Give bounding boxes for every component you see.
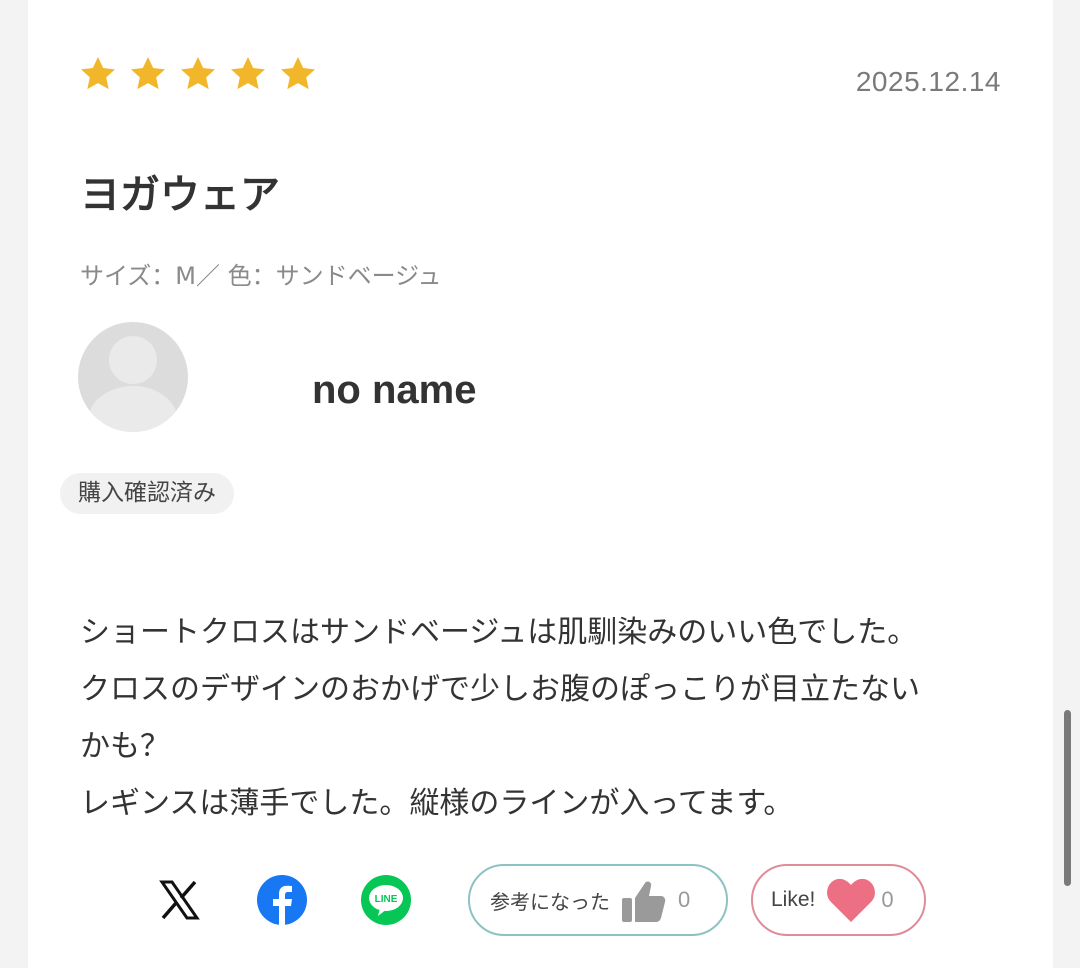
helpful-button[interactable]: 参考になった 0 [468,864,728,936]
star-icon [281,57,315,90]
avatar-head [109,336,157,384]
like-label: Like! [771,888,816,911]
review-card: 2025.12.14 ヨガウェア サイズ：M／ 色：サンドベージュ no nam… [28,0,1053,968]
like-button[interactable]: Like! 0 [751,864,926,936]
svg-text:LINE: LINE [375,894,398,905]
thumbs-up-icon [622,881,666,922]
heart-icon [827,878,876,922]
helpful-count: 0 [678,887,691,912]
line-icon[interactable]: LINE [360,874,412,926]
like-count: 0 [881,887,894,912]
review-date: 2025.12.14 [855,66,1001,97]
scrollbar[interactable] [1064,710,1071,886]
star-icon [81,57,115,90]
facebook-icon[interactable] [256,874,308,926]
avatar [78,322,188,432]
review-title: ヨガウェア [80,172,280,218]
review-line: かも？ [80,729,170,764]
review-line: クロスのデザインのおかげで少しお腹のぽっこりが目立たない [80,672,920,707]
helpful-label: 参考になった [490,889,610,914]
star-icon [231,57,265,90]
reviewer-name: no name [312,368,477,412]
review-line: レギンスは薄手でした。縦様のラインが入ってます。 [80,786,794,821]
verified-purchase-badge: 購入確認済み [60,473,234,514]
avatar-body [88,386,178,432]
review-body: ショートクロスはサンドベージュは肌馴染みのいい色でした。 クロスのデザインのおか… [80,604,1010,832]
x-icon[interactable] [153,874,205,926]
star-rating [78,54,318,94]
star-icon [131,57,165,90]
product-variant: サイズ：M／ 色：サンドベージュ [80,262,442,290]
review-line: ショートクロスはサンドベージュは肌馴染みのいい色でした。 [80,615,918,650]
star-icon [181,57,215,90]
